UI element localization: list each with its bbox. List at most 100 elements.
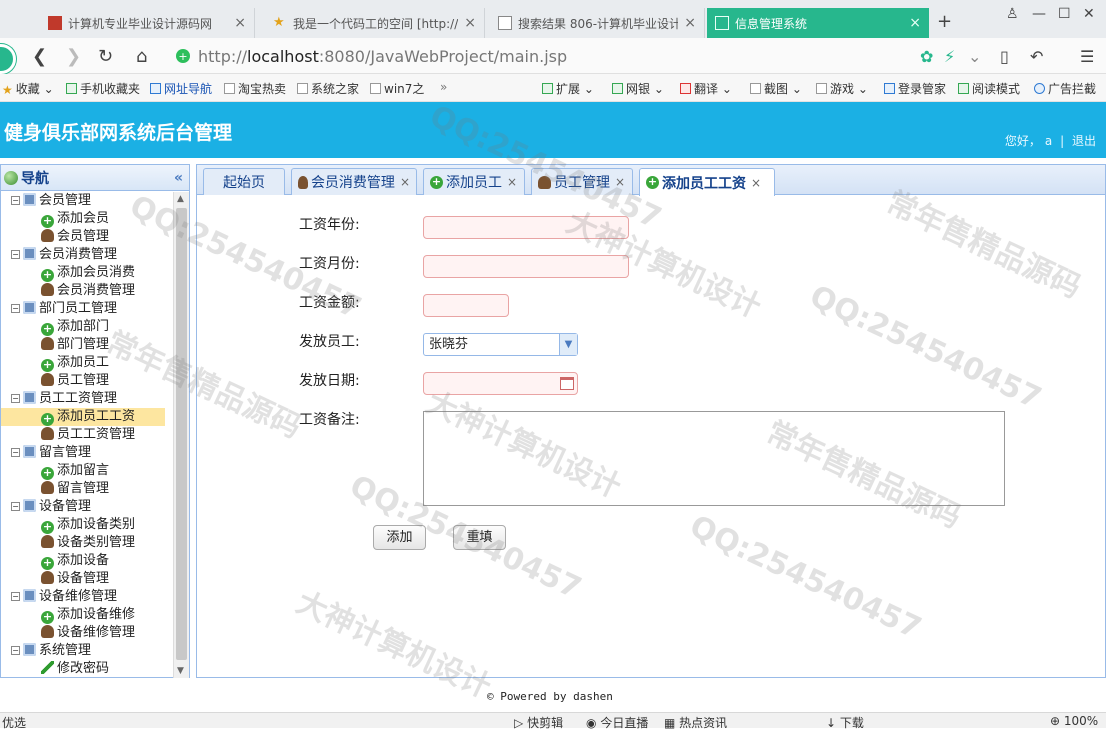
sidebar-item[interactable]: + 添加留言 <box>1 462 173 480</box>
content-tab[interactable]: 会员消费管理 × <box>291 168 417 195</box>
status-news[interactable]: ▦ 热点资讯 <box>664 714 727 731</box>
dropdown-icon[interactable]: ⌄ <box>968 47 981 66</box>
close-tab-icon[interactable]: × <box>507 175 517 189</box>
salary-month-input[interactable] <box>423 255 629 278</box>
sidebar-item[interactable]: 员工管理 <box>1 372 173 390</box>
sidebar-item[interactable]: 会员管理 <box>1 228 173 246</box>
employee-select[interactable]: 张晓芬 ▼ <box>423 333 578 356</box>
tree-group[interactable]: − 会员管理 <box>1 192 173 210</box>
bookmark-favorites[interactable]: ★ 收藏 ⌄ <box>2 80 54 97</box>
toolbar-screenshot[interactable]: 截图 ⌄ <box>750 80 802 97</box>
sidebar-item[interactable]: + 添加设备类别 <box>1 516 173 534</box>
sidebar-item[interactable]: 设备管理 <box>1 570 173 588</box>
calendar-icon[interactable] <box>560 377 574 390</box>
sidebar-item[interactable]: + 添加设备 <box>1 552 173 570</box>
sidebar-item[interactable]: 设备类别管理 <box>1 534 173 552</box>
collapse-toggle-icon[interactable]: − <box>11 304 20 313</box>
minimize-icon[interactable]: — <box>1032 6 1046 22</box>
toolbar-reading-mode[interactable]: 阅读模式 <box>958 80 1020 97</box>
tree-group[interactable]: − 部门员工管理 <box>1 300 173 318</box>
chevron-down-icon[interactable]: ▼ <box>559 334 577 355</box>
collapse-toggle-icon[interactable]: − <box>11 250 20 259</box>
bookmark-xitong[interactable]: 系统之家 <box>297 80 359 97</box>
sidebar-item[interactable]: + 添加会员 <box>1 210 173 228</box>
reload-icon[interactable]: ↻ <box>98 46 113 67</box>
close-tab-icon[interactable]: × <box>751 176 761 190</box>
new-tab-icon[interactable]: + <box>937 11 952 32</box>
back-icon[interactable]: ❮ <box>32 46 47 67</box>
collapse-toggle-icon[interactable]: − <box>11 592 20 601</box>
maximize-icon[interactable]: ☐ <box>1058 6 1071 22</box>
sidebar-item[interactable]: 设备维修管理 <box>1 624 173 642</box>
bookmark-nav[interactable]: 网址导航 <box>150 80 212 97</box>
toolbar-games[interactable]: 游戏 ⌄ <box>816 80 868 97</box>
content-tab[interactable]: 员工管理 × <box>531 168 633 195</box>
collapse-toggle-icon[interactable]: − <box>11 448 20 457</box>
bookmark-taobao[interactable]: 淘宝热卖 <box>224 80 286 97</box>
content-tab[interactable]: 起始页 <box>203 168 285 195</box>
status-zoom[interactable]: ⊕ 100% <box>1050 714 1098 728</box>
toolbar-translate[interactable]: 翻译 ⌄ <box>680 80 732 97</box>
scroll-thumb[interactable] <box>176 208 187 660</box>
device-icon[interactable]: ▯ <box>1000 47 1009 66</box>
tree-group[interactable]: − 设备维修管理 <box>1 588 173 606</box>
content-tab[interactable]: + 添加员工 × <box>423 168 525 195</box>
salary-amount-input[interactable] <box>423 294 509 317</box>
add-button[interactable]: 添加 <box>373 525 426 550</box>
lightning-icon[interactable]: ⚡ <box>944 47 955 66</box>
tree-group[interactable]: − 设备管理 <box>1 498 173 516</box>
content-tab[interactable]: + 添加员工工资 × <box>639 168 775 196</box>
menu-icon[interactable]: ☰ <box>1080 47 1094 66</box>
collapse-toggle-icon[interactable]: − <box>11 394 20 403</box>
reset-button[interactable]: 重填 <box>453 525 506 550</box>
close-tab-icon[interactable]: × <box>615 175 625 189</box>
collapse-toggle-icon[interactable]: − <box>11 502 20 511</box>
scroll-up-icon[interactable]: ▲ <box>177 194 184 204</box>
status-live[interactable]: ◉ 今日直播 <box>586 714 648 731</box>
close-window-icon[interactable]: ✕ <box>1083 6 1095 22</box>
close-tab-icon[interactable]: × <box>400 175 410 189</box>
skin-icon[interactable]: ♙ <box>1006 6 1019 22</box>
close-tab-icon[interactable]: × <box>234 15 246 31</box>
status-download[interactable]: ↓ 下载 <box>826 714 864 731</box>
collapse-sidebar-icon[interactable]: « <box>174 170 183 186</box>
sidebar-item[interactable]: + 添加部门 <box>1 318 173 336</box>
scroll-down-icon[interactable]: ▼ <box>177 666 184 676</box>
close-tab-icon[interactable]: × <box>464 15 476 31</box>
sidebar-item[interactable]: 部门管理 <box>1 336 173 354</box>
sidebar-item[interactable]: 会员消费管理 <box>1 282 173 300</box>
toolbar-adblock[interactable]: 广告拦截 <box>1034 80 1096 97</box>
browser-tab-1[interactable]: 计算机专业毕业设计源码网 × <box>40 8 255 38</box>
url-field[interactable]: + http://localhost:8080/JavaWebProject/m… <box>176 44 996 68</box>
close-tab-icon[interactable]: × <box>684 15 696 31</box>
status-quickcut[interactable]: ▷ 快剪辑 <box>514 714 563 731</box>
undo-icon[interactable]: ↶ <box>1030 47 1043 66</box>
sidebar-item[interactable]: + 添加设备维修 <box>1 606 173 624</box>
browser-tab-3[interactable]: 搜索结果 806-计算机毕业设计 × <box>490 8 705 38</box>
close-tab-icon[interactable]: × <box>909 15 921 31</box>
remark-textarea[interactable] <box>423 411 1005 506</box>
speed-icon[interactable]: ✿ <box>920 47 933 66</box>
sidebar-item[interactable]: 员工工资管理 <box>1 426 173 444</box>
sidebar-item[interactable]: + 添加员工工资 <box>1 408 165 426</box>
sidebar-item[interactable]: + 添加会员消费 <box>1 264 173 282</box>
salary-year-input[interactable] <box>423 216 629 239</box>
sidebar-item[interactable]: 留言管理 <box>1 480 173 498</box>
logout-link[interactable]: 退出 <box>1072 134 1096 148</box>
browser-tab-active[interactable]: 信息管理系统 × <box>707 8 929 38</box>
tree-group[interactable]: − 系统管理 <box>1 642 173 660</box>
tree-group[interactable]: − 会员消费管理 <box>1 246 173 264</box>
tree-group[interactable]: − 留言管理 <box>1 444 173 462</box>
toolbar-bank[interactable]: 网银 ⌄ <box>612 80 664 97</box>
sidebar-scrollbar[interactable]: ▲ ▼ <box>173 192 189 678</box>
more-bookmarks-icon[interactable]: » <box>440 80 447 94</box>
browser-tab-2[interactable]: ★ 我是一个代码工的空间 [http:// × <box>265 8 485 38</box>
sidebar-item[interactable]: + 添加员工 <box>1 354 173 372</box>
toolbar-login-manager[interactable]: 登录管家 <box>884 80 946 97</box>
home-icon[interactable]: ⌂ <box>136 46 147 67</box>
pay-date-input[interactable] <box>423 372 578 395</box>
toolbar-extension[interactable]: 扩展 ⌄ <box>542 80 594 97</box>
bookmark-mobile[interactable]: 手机收藏夹 <box>66 80 140 97</box>
collapse-toggle-icon[interactable]: − <box>11 196 20 205</box>
sidebar-item[interactable]: 修改密码 <box>1 660 173 678</box>
